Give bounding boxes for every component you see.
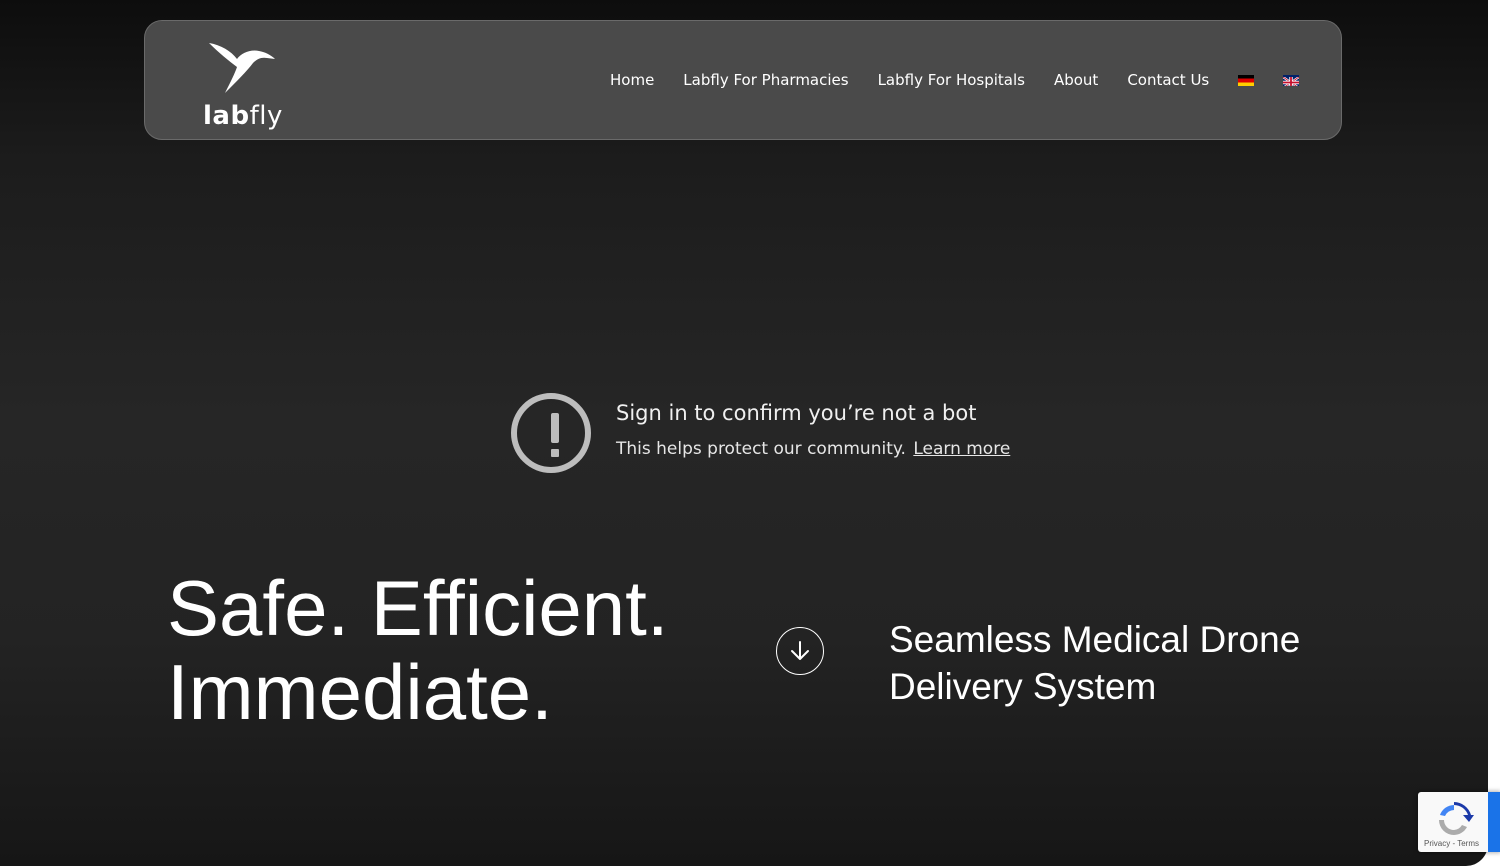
logo-wordmark: labfly [203, 101, 283, 131]
hero-title-line-2: Immediate. [167, 648, 553, 736]
recaptcha-privacy-link[interactable]: Privacy [1424, 839, 1450, 848]
nav-home[interactable]: Home [610, 71, 654, 89]
warning-icon [511, 393, 591, 473]
bot-notice-subtitle: This helps protect our community. Learn … [616, 439, 1011, 459]
page-background: labfly Home Labfly For Pharmacies Labfly… [0, 0, 1488, 866]
recaptcha-terms-link[interactable]: Terms [1457, 839, 1479, 848]
scroll-down-button[interactable] [776, 627, 824, 675]
hero-subtitle-line-2: Delivery System [889, 666, 1157, 707]
bot-notice-title: Sign in to confirm you’re not a bot [616, 401, 977, 425]
learn-more-link[interactable]: Learn more [913, 439, 1010, 459]
german-flag-icon[interactable] [1238, 74, 1255, 86]
recaptcha-accent [1488, 792, 1500, 852]
hero-subtitle-line-1: Seamless Medical Drone [889, 619, 1301, 660]
hero-title: Safe. Efficient. Immediate. [167, 566, 747, 734]
labfly-logo[interactable]: labfly [201, 39, 285, 133]
arrow-down-icon [791, 641, 809, 660]
main-navigation: Home Labfly For Pharmacies Labfly For Ho… [610, 71, 1328, 89]
nav-contact[interactable]: Contact Us [1127, 71, 1209, 89]
nav-about[interactable]: About [1054, 71, 1098, 89]
hero-subtitle: Seamless Medical Drone Delivery System [889, 616, 1349, 710]
site-header: labfly Home Labfly For Pharmacies Labfly… [144, 20, 1342, 140]
recaptcha-badge[interactable]: Privacy - Terms [1418, 792, 1500, 852]
uk-flag-icon[interactable] [1283, 74, 1300, 86]
recaptcha-links: Privacy - Terms [1424, 839, 1479, 848]
nav-hospitals[interactable]: Labfly For Hospitals [878, 71, 1025, 89]
hero-title-line-1: Safe. Efficient. [167, 564, 669, 652]
hummingbird-icon [209, 43, 275, 93]
nav-pharmacies[interactable]: Labfly For Pharmacies [683, 71, 848, 89]
recaptcha-icon [1439, 802, 1474, 835]
